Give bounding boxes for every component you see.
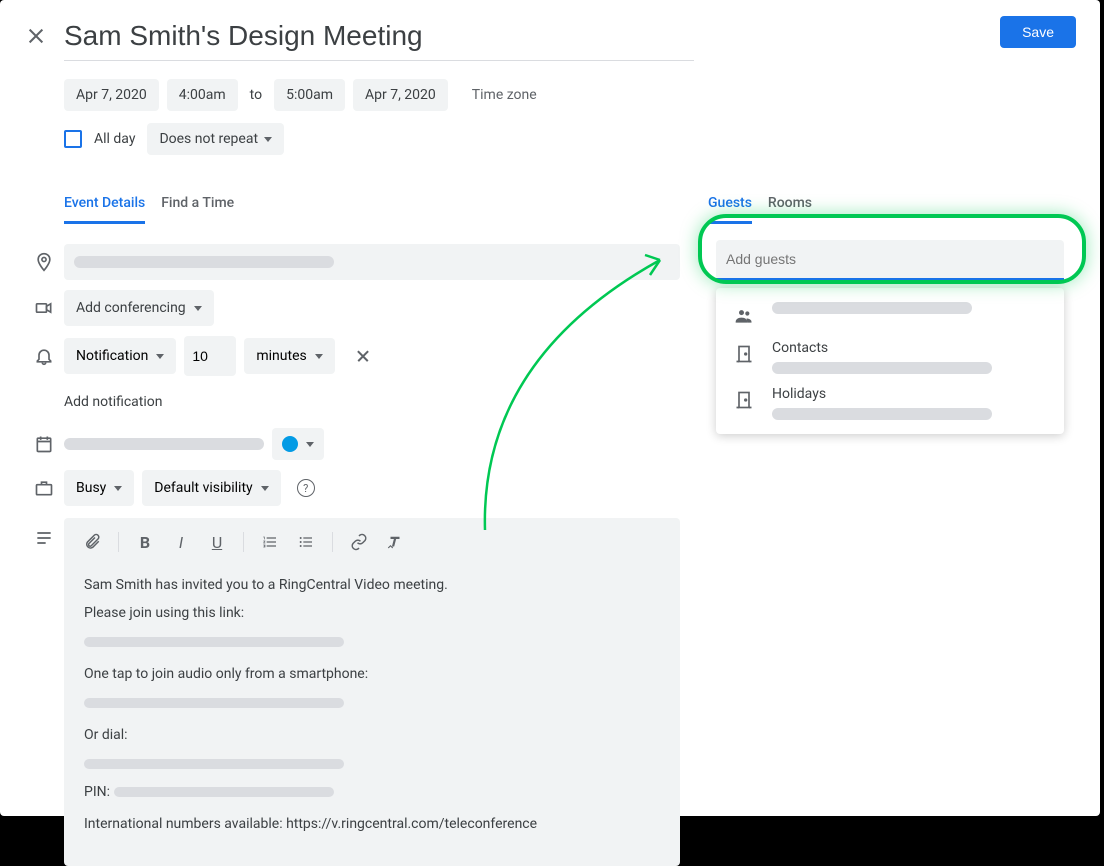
underline-icon[interactable]: U bbox=[201, 526, 233, 558]
tab-guests[interactable]: Guests bbox=[708, 195, 752, 224]
end-date[interactable]: Apr 7, 2020 bbox=[353, 79, 448, 111]
save-button[interactable]: Save bbox=[1000, 16, 1076, 48]
close-button[interactable] bbox=[24, 24, 48, 48]
start-date[interactable]: Apr 7, 2020 bbox=[64, 79, 159, 111]
description-editor[interactable]: B I U bbox=[64, 518, 680, 866]
desc-pin: PIN: bbox=[84, 784, 110, 800]
desc-line: One tap to join audio only from a smartp… bbox=[84, 663, 660, 685]
repeat-select[interactable]: Does not repeat bbox=[147, 123, 284, 155]
visibility-select[interactable]: Default visibility bbox=[142, 470, 280, 506]
calendar-name[interactable] bbox=[64, 438, 264, 450]
bold-icon[interactable]: B bbox=[129, 526, 161, 558]
desc-line: International numbers available: https:/… bbox=[84, 813, 660, 835]
description-icon bbox=[24, 528, 64, 548]
italic-icon[interactable]: I bbox=[165, 526, 197, 558]
location-input[interactable] bbox=[64, 244, 680, 280]
suggestion-contacts[interactable]: Contacts bbox=[716, 334, 1064, 380]
notification-value-input[interactable] bbox=[184, 336, 236, 376]
end-time[interactable]: 5:00am bbox=[274, 79, 345, 111]
color-select[interactable] bbox=[272, 428, 324, 460]
clear-format-icon[interactable] bbox=[379, 526, 411, 558]
visibility-help-icon[interactable]: ? bbox=[297, 479, 315, 497]
room-icon bbox=[732, 388, 756, 412]
guests-suggestions-dropdown: Contacts Holidays bbox=[716, 288, 1064, 434]
desc-line: Or dial: bbox=[84, 724, 660, 746]
desc-line: Please join using this link: bbox=[84, 602, 660, 624]
suggestion-holidays[interactable]: Holidays bbox=[716, 380, 1064, 426]
attach-icon[interactable] bbox=[76, 526, 108, 558]
allday-label: All day bbox=[94, 131, 135, 147]
add-conferencing[interactable]: Add conferencing bbox=[64, 290, 214, 326]
location-icon bbox=[24, 252, 64, 272]
suggestion-item[interactable] bbox=[716, 296, 1064, 334]
room-icon bbox=[732, 342, 756, 366]
desc-line: Sam Smith has invited you to a RingCentr… bbox=[84, 574, 660, 596]
to-label: to bbox=[246, 87, 266, 103]
calendar-icon bbox=[24, 434, 64, 454]
tab-find-time[interactable]: Find a Time bbox=[161, 195, 234, 224]
video-icon bbox=[24, 298, 64, 318]
add-guests-input[interactable] bbox=[716, 240, 1064, 280]
allday-checkbox[interactable] bbox=[64, 130, 82, 148]
numbered-list-icon[interactable] bbox=[254, 526, 286, 558]
remove-notification-button[interactable] bbox=[351, 344, 375, 368]
notification-type-select[interactable]: Notification bbox=[64, 338, 176, 374]
tab-rooms[interactable]: Rooms bbox=[768, 195, 812, 224]
notification-unit-select[interactable]: minutes bbox=[244, 338, 334, 374]
start-time[interactable]: 4:00am bbox=[167, 79, 238, 111]
briefcase-icon bbox=[24, 478, 64, 498]
notification-icon bbox=[24, 346, 64, 366]
bullet-list-icon[interactable] bbox=[290, 526, 322, 558]
add-notification-button[interactable]: Add notification bbox=[64, 386, 163, 418]
people-icon bbox=[732, 304, 756, 328]
timezone-link[interactable]: Time zone bbox=[472, 87, 537, 103]
event-title-input[interactable] bbox=[64, 16, 694, 61]
link-icon[interactable] bbox=[343, 526, 375, 558]
tab-event-details[interactable]: Event Details bbox=[64, 195, 145, 224]
busy-select[interactable]: Busy bbox=[64, 470, 134, 506]
